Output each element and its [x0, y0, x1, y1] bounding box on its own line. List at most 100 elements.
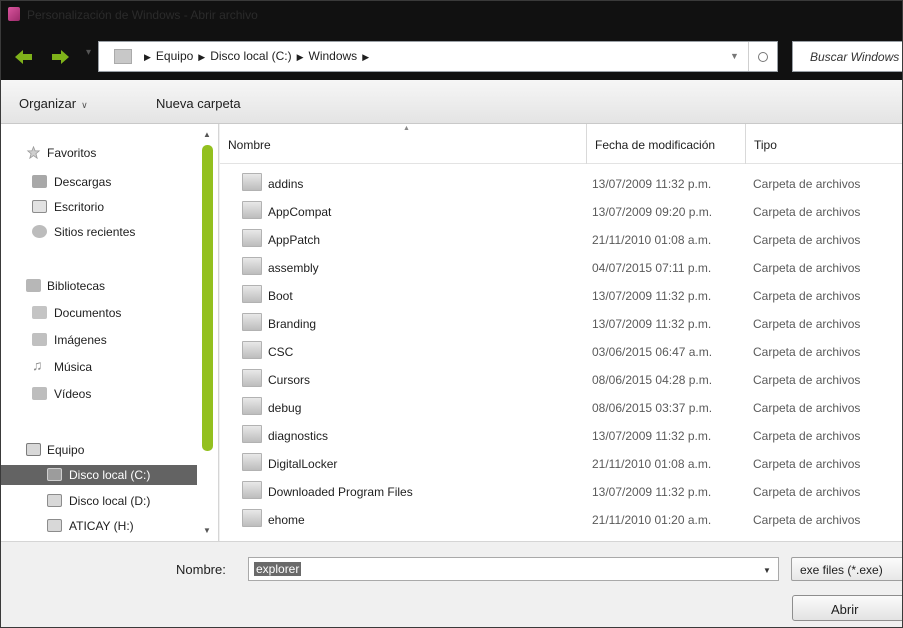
file-type-dropdown[interactable]: exe files (*.exe)	[791, 557, 902, 581]
file-row[interactable]: addins 13/07/2009 11:32 p.m. Carpeta de …	[220, 169, 902, 197]
file-type: Carpeta de archivos	[753, 373, 861, 387]
pictures-icon	[32, 333, 47, 346]
file-date: 13/07/2009 11:32 p.m.	[592, 485, 712, 499]
recent-places-icon	[32, 225, 47, 238]
file-type: Carpeta de archivos	[753, 457, 861, 471]
file-row[interactable]: ehome 21/11/2010 01:20 a.m. Carpeta de a…	[220, 505, 902, 533]
column-header-date[interactable]: Fecha de modificación	[587, 124, 746, 164]
file-row[interactable]: CSC 03/06/2015 06:47 a.m. Carpeta de arc…	[220, 337, 902, 365]
column-header-label: Tipo	[754, 138, 777, 152]
nav-item-disco-c[interactable]: Disco local (C:)	[1, 465, 197, 485]
file-date: 21/11/2010 01:20 a.m.	[592, 513, 712, 527]
file-name: Cursors	[268, 373, 311, 387]
breadcrumb-item-windows[interactable]: Windows	[309, 49, 358, 63]
breadcrumb-separator-icon[interactable]: ▶	[198, 52, 205, 62]
scrollbar-thumb[interactable]	[202, 145, 213, 451]
filename-field[interactable]: explorer ▼	[248, 557, 779, 581]
file-row[interactable]: AppPatch 21/11/2010 01:08 a.m. Carpeta d…	[220, 225, 902, 253]
organize-label: Organizar	[19, 96, 77, 111]
breadcrumb-separator-icon[interactable]: ▶	[144, 52, 151, 62]
back-arrow-icon[interactable]	[15, 50, 33, 64]
file-date: 13/07/2009 11:32 p.m.	[592, 289, 712, 303]
file-name: Downloaded Program Files	[268, 485, 413, 499]
file-name: Branding	[268, 317, 317, 331]
folder-icon	[242, 369, 262, 387]
search-box[interactable]	[792, 41, 902, 72]
breadcrumb-item-equipo[interactable]: Equipo	[156, 49, 193, 63]
address-bar[interactable]: ▶ Equipo ▶ Disco local (C:) ▶ Windows ▶ ▼	[98, 41, 778, 72]
search-input[interactable]	[793, 42, 902, 71]
nav-item-documentos[interactable]: Documentos	[1, 303, 197, 323]
file-type: Carpeta de archivos	[753, 205, 861, 219]
file-row[interactable]: debug 08/06/2015 03:37 p.m. Carpeta de a…	[220, 393, 902, 421]
navigation-pane: Favoritos Descargas Escritorio Sitios re…	[1, 124, 219, 541]
nav-item-label: Disco local (C:)	[69, 468, 151, 482]
file-row[interactable]: Boot 13/07/2009 11:32 p.m. Carpeta de ar…	[220, 281, 902, 309]
nav-item-label: Documentos	[54, 306, 122, 320]
nav-item-sitios-recientes[interactable]: Sitios recientes	[1, 222, 197, 242]
chevron-down-icon: ∨	[81, 100, 88, 110]
recent-pages-chevron-icon[interactable]: ▾	[86, 47, 91, 58]
nav-item-label: Disco local (D:)	[69, 494, 151, 508]
file-type: Carpeta de archivos	[753, 401, 861, 415]
downloads-folder-icon	[32, 175, 47, 188]
nav-item-label: Bibliotecas	[47, 279, 106, 293]
scroll-down-arrow-icon[interactable]: ▼	[203, 526, 211, 535]
file-type: Carpeta de archivos	[753, 289, 861, 303]
drive-icon	[47, 494, 62, 507]
folder-icon	[242, 481, 262, 499]
nav-item-bibliotecas[interactable]: Bibliotecas	[1, 276, 197, 296]
filename-value[interactable]: explorer	[254, 562, 302, 576]
app-icon	[8, 7, 20, 21]
folder-icon	[242, 313, 262, 331]
file-type: Carpeta de archivos	[753, 513, 861, 527]
file-name: diagnostics	[268, 429, 329, 443]
column-header-name[interactable]: Nombre ▲	[220, 124, 587, 164]
file-name: CSC	[268, 345, 294, 359]
folder-icon	[242, 285, 262, 303]
breadcrumb-item-disco-c[interactable]: Disco local (C:)	[210, 49, 291, 63]
chevron-down-icon[interactable]: ▼	[763, 566, 771, 575]
nav-item-label: Sitios recientes	[54, 225, 136, 239]
nav-item-equipo[interactable]: Equipo	[1, 440, 197, 460]
breadcrumb-separator-icon[interactable]: ▶	[297, 52, 304, 62]
forward-arrow-icon[interactable]	[51, 50, 69, 64]
file-name: debug	[268, 401, 302, 415]
nav-item-favoritos[interactable]: Favoritos	[1, 143, 197, 163]
nav-item-disco-d[interactable]: Disco local (D:)	[1, 491, 197, 511]
file-type: Carpeta de archivos	[753, 317, 861, 331]
file-row[interactable]: assembly 04/07/2015 07:11 p.m. Carpeta d…	[220, 253, 902, 281]
refresh-button[interactable]	[748, 42, 778, 71]
open-file-dialog: Personalización de Windows - Abrir archi…	[0, 0, 903, 628]
file-name: AppPatch	[268, 233, 321, 247]
nav-item-videos[interactable]: Vídeos	[1, 384, 197, 404]
nav-pane-scrollbar[interactable]: ▲ ▼	[197, 124, 218, 541]
file-row[interactable]: Downloaded Program Files 13/07/2009 11:3…	[220, 477, 902, 505]
file-row[interactable]: AppCompat 13/07/2009 09:20 p.m. Carpeta …	[220, 197, 902, 225]
window-title: Personalización de Windows - Abrir archi…	[27, 8, 258, 22]
column-header-type[interactable]: Tipo	[746, 124, 902, 164]
scroll-up-arrow-icon[interactable]: ▲	[203, 130, 211, 139]
file-row[interactable]: Branding 13/07/2009 11:32 p.m. Carpeta d…	[220, 309, 902, 337]
file-type: Carpeta de archivos	[753, 345, 861, 359]
file-name: addins	[268, 177, 304, 191]
file-name: assembly	[268, 261, 319, 275]
new-folder-button[interactable]: Nueva carpeta	[156, 96, 241, 111]
file-row[interactable]: diagnostics 13/07/2009 11:32 p.m. Carpet…	[220, 421, 902, 449]
file-row[interactable]: DigitalLocker 21/11/2010 01:08 a.m. Carp…	[220, 449, 902, 477]
dialog-footer: Nombre: explorer ▼ exe files (*.exe) Abr…	[1, 541, 902, 627]
open-button[interactable]: Abrir	[792, 595, 902, 621]
nav-item-imagenes[interactable]: Imágenes	[1, 330, 197, 350]
folder-icon	[242, 229, 262, 247]
breadcrumb-separator-icon[interactable]: ▶	[362, 52, 369, 62]
open-button-label: Abrir	[831, 602, 859, 617]
nav-item-aticay-h[interactable]: ATICAY (H:)	[1, 516, 197, 536]
organize-menu-button[interactable]: Organizar ∨	[19, 96, 88, 111]
nav-item-label: Escritorio	[54, 200, 105, 214]
file-date: 13/07/2009 09:20 p.m.	[592, 205, 713, 219]
nav-item-descargas[interactable]: Descargas	[1, 172, 197, 192]
nav-item-escritorio[interactable]: Escritorio	[1, 197, 197, 217]
file-row[interactable]: Cursors 08/06/2015 04:28 p.m. Carpeta de…	[220, 365, 902, 393]
address-history-dropdown-icon[interactable]: ▼	[730, 51, 739, 61]
nav-item-musica[interactable]: ♫ Música	[1, 357, 197, 377]
